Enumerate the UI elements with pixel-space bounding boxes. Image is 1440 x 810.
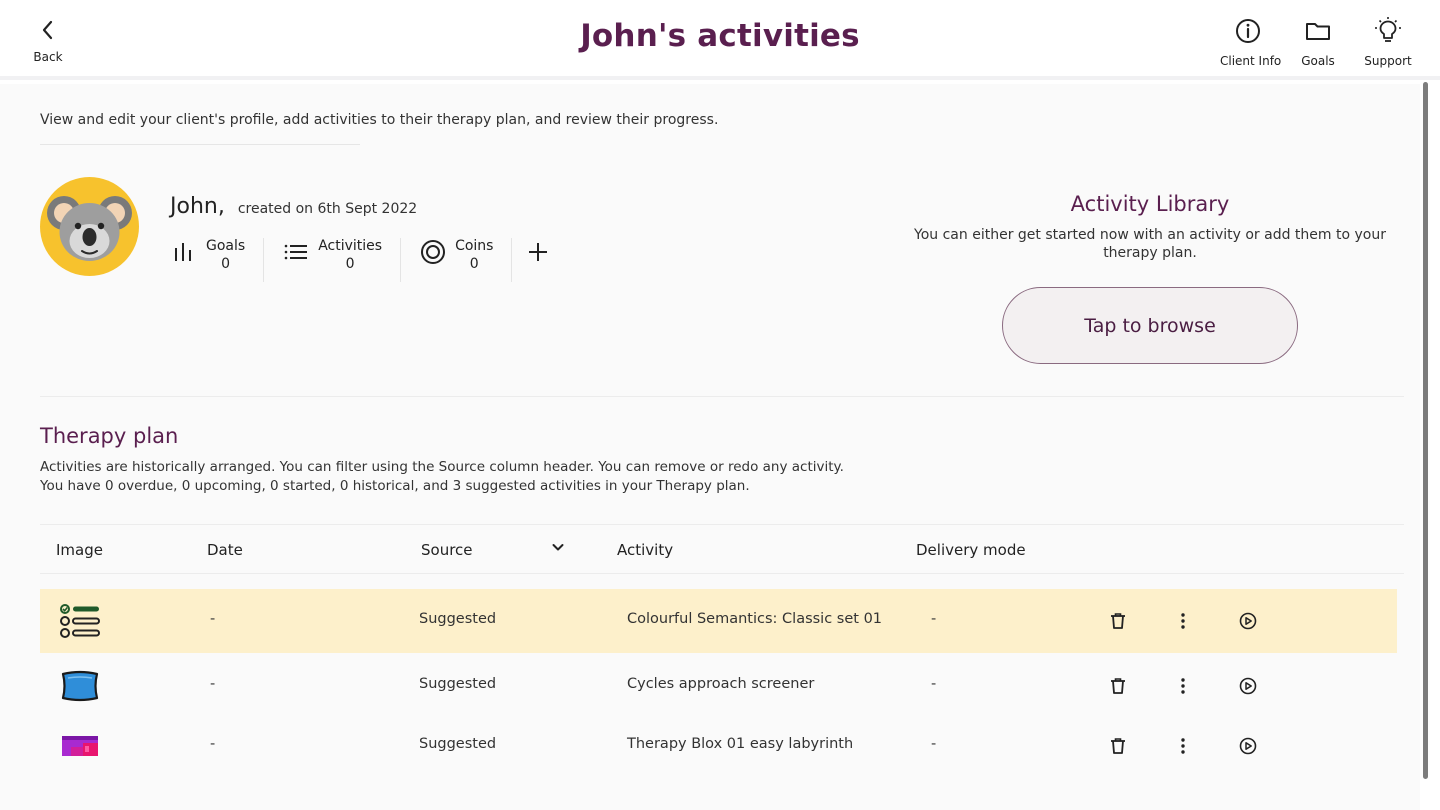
- stat-coins-value: 0: [469, 256, 479, 272]
- row-activity: Therapy Blox 01 easy labyrinth: [627, 736, 854, 752]
- row-delivery-mode: -: [931, 676, 937, 692]
- therapy-plan-description: Activities are historically arranged. Yo…: [40, 458, 844, 496]
- row-delivery-mode: -: [931, 611, 937, 627]
- stat-activities-value: 0: [345, 256, 355, 272]
- target-icon: [419, 238, 447, 266]
- row-source: Suggested: [419, 611, 497, 627]
- client-stats: Goals 0 Activities 0 Coins 0: [170, 238, 552, 282]
- stat-goals[interactable]: Goals 0: [170, 238, 265, 282]
- bar-chart-icon: [170, 238, 198, 266]
- client-created-date: created on 6th Sept 2022: [237, 201, 418, 217]
- play-circle-icon[interactable]: [1236, 674, 1260, 698]
- goals-button[interactable]: Goals: [1290, 16, 1346, 68]
- client-name: John, created on 6th Sept 2022: [170, 194, 417, 219]
- tap-to-browse-button[interactable]: Tap to browse: [1002, 287, 1298, 364]
- stat-coins[interactable]: Coins 0: [419, 238, 513, 282]
- intro-text: View and edit your client's profile, add…: [40, 112, 719, 128]
- therapy-plan-title: Therapy plan: [40, 424, 179, 448]
- plus-icon: [529, 243, 548, 261]
- row-source: Suggested: [419, 676, 497, 692]
- therapy-plan-summary-line: You have 0 overdue, 0 upcoming, 0 starte…: [40, 478, 750, 494]
- play-circle-icon[interactable]: [1236, 609, 1260, 633]
- stat-activities[interactable]: Activities 0: [282, 238, 402, 282]
- column-header-activity: Activity: [617, 541, 674, 559]
- lightbulb-icon: [1360, 16, 1416, 46]
- trash-icon[interactable]: [1106, 674, 1130, 698]
- activity-library-description: You can either get started now with an a…: [914, 227, 1386, 261]
- row-date: -: [210, 611, 216, 627]
- support-label: Support: [1364, 54, 1412, 68]
- column-header-image: Image: [56, 541, 103, 559]
- avatar: [40, 177, 139, 276]
- list-icon: [282, 238, 310, 266]
- divider: [40, 144, 360, 145]
- row-activity: Colourful Semantics: Classic set 01: [627, 611, 883, 627]
- table-row[interactable]: - Suggested Colourful Semantics: Classic…: [40, 589, 1397, 653]
- therapy-plan-description-line: Activities are historically arranged. Yo…: [40, 459, 844, 475]
- row-date: -: [210, 736, 216, 752]
- column-header-source[interactable]: Source: [421, 541, 473, 559]
- activity-library: Activity Library You can either get star…: [900, 192, 1400, 262]
- folder-icon: [1290, 16, 1346, 46]
- trash-icon[interactable]: [1106, 734, 1130, 758]
- labyrinth-icon: [58, 728, 102, 764]
- table-row[interactable]: - Suggested Cycles approach screener -: [40, 654, 1397, 718]
- checklist-icon: [58, 603, 102, 639]
- add-coins-button[interactable]: [524, 238, 552, 266]
- info-icon: [1220, 16, 1276, 46]
- client-name-text: John,: [170, 194, 225, 219]
- activity-library-title: Activity Library: [1070, 192, 1230, 216]
- source-filter-chevron-down-icon[interactable]: [550, 539, 566, 559]
- goals-label: Goals: [1301, 54, 1335, 68]
- row-source: Suggested: [419, 736, 497, 752]
- main-content: View and edit your client's profile, add…: [0, 84, 1420, 810]
- trash-icon[interactable]: [1106, 609, 1130, 633]
- row-date: -: [210, 676, 216, 692]
- stat-coins-label: Coins: [455, 238, 494, 254]
- stat-goals-value: 0: [221, 256, 231, 272]
- table-row[interactable]: - Suggested Therapy Blox 01 easy labyrin…: [40, 714, 1397, 778]
- koala-icon: [47, 196, 132, 261]
- more-vertical-icon[interactable]: [1171, 674, 1195, 698]
- stat-goals-label: Goals: [206, 238, 246, 254]
- client-info-button[interactable]: Client Info: [1220, 16, 1282, 68]
- more-vertical-icon[interactable]: [1171, 609, 1195, 633]
- row-activity: Cycles approach screener: [627, 676, 815, 692]
- pillow-icon: [58, 668, 102, 704]
- divider: [40, 396, 1404, 397]
- play-circle-icon[interactable]: [1236, 734, 1260, 758]
- column-header-delivery-mode: Delivery mode: [916, 541, 1026, 559]
- support-button[interactable]: Support: [1360, 16, 1416, 68]
- column-header-date: Date: [207, 541, 243, 559]
- top-bar: Back John's activities Client Info Goals…: [0, 0, 1440, 80]
- table-header: Image Date Source Activity Delivery mode: [40, 524, 1404, 574]
- stat-activities-label: Activities: [318, 238, 383, 254]
- more-vertical-icon[interactable]: [1171, 734, 1195, 758]
- client-info-label: Client Info: [1220, 54, 1282, 68]
- vertical-scrollbar[interactable]: [1423, 82, 1428, 779]
- row-delivery-mode: -: [931, 736, 937, 752]
